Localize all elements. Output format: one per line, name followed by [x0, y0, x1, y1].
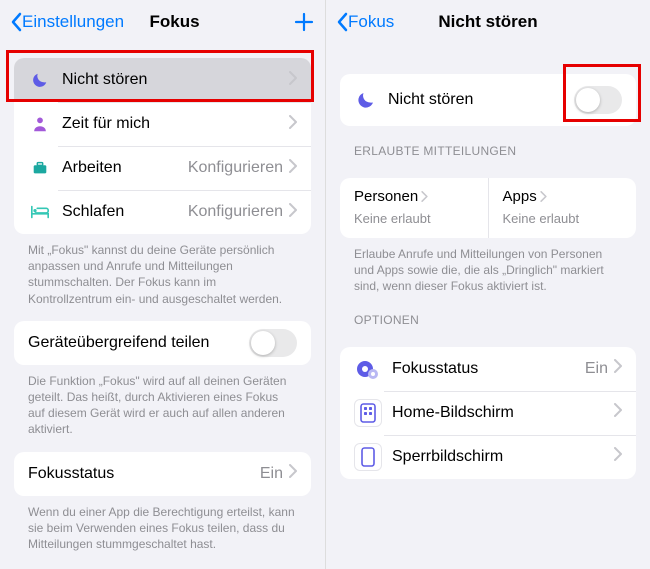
persons-sub: Keine erlaubt — [354, 211, 474, 226]
content: Nicht stören Zeit für mich — [0, 58, 325, 562]
add-button[interactable] — [225, 11, 315, 33]
focus-status-row[interactable]: Fokusstatus Ein — [14, 452, 311, 496]
allowed-group: Personen Keine erlaubt Apps Keine erlaub… — [340, 178, 636, 238]
share-across-devices-row[interactable]: Geräteübergreifend teilen — [14, 321, 311, 365]
chevron-right-icon — [540, 191, 547, 202]
chevron-left-icon — [336, 12, 348, 32]
row-label: Fokusstatus — [392, 360, 585, 378]
chevron-right-icon — [614, 447, 622, 466]
row-value: Ein — [585, 360, 608, 378]
allowed-footer: Erlaube Anrufe und Mitteilungen von Pers… — [326, 238, 650, 295]
row-label: Nicht stören — [62, 71, 289, 89]
options-header: OPTIONEN — [326, 295, 650, 333]
chevron-right-icon — [289, 71, 297, 90]
dnd-toggle[interactable] — [574, 86, 622, 114]
nav-title: Nicht stören — [426, 12, 550, 32]
hero-group: Nicht stören — [340, 74, 636, 126]
allowed-apps[interactable]: Apps Keine erlaubt — [488, 178, 637, 238]
chevron-right-icon — [421, 191, 428, 202]
row-value: Konfigurieren — [188, 203, 283, 221]
share-toggle[interactable] — [249, 329, 297, 357]
chevron-right-icon — [614, 403, 622, 422]
focus-list-screen: Einstellungen Fokus Nicht stören — [0, 0, 325, 569]
briefcase-icon — [28, 159, 52, 177]
option-fokusstatus[interactable]: Fokusstatus Ein — [340, 347, 636, 391]
focus-mode-zeit-fuer-mich[interactable]: Zeit für mich — [14, 102, 311, 146]
back-button[interactable]: Fokus — [336, 12, 426, 32]
row-value: Konfigurieren — [188, 159, 283, 177]
option-home-bildschirm[interactable]: Home-Bildschirm — [340, 391, 636, 435]
chevron-right-icon — [289, 159, 297, 178]
row-label: Zeit für mich — [62, 115, 289, 133]
content: Nicht stören ERLAUBTE MITTEILUNGEN Perso… — [326, 74, 650, 489]
focus-mode-schlafen[interactable]: Schlafen Konfigurieren — [14, 190, 311, 234]
back-button[interactable]: Einstellungen — [10, 12, 124, 32]
chevron-right-icon — [289, 115, 297, 134]
row-label: Geräteübergreifend teilen — [28, 334, 249, 352]
status-group: Fokusstatus Ein — [14, 452, 311, 496]
row-label: Schlafen — [62, 203, 188, 221]
status-footer: Wenn du einer App die Berechtigung ertei… — [0, 496, 325, 553]
moon-icon — [354, 90, 378, 110]
home-screen-icon — [354, 399, 382, 427]
focus-mode-nicht-stoeren[interactable]: Nicht stören — [14, 58, 311, 102]
option-sperrbildschirm[interactable]: Sperrbildschirm — [340, 435, 636, 479]
lock-screen-icon — [354, 443, 382, 471]
back-label: Einstellungen — [22, 12, 124, 32]
bed-icon — [28, 203, 52, 221]
row-label: Sperrbildschirm — [392, 448, 614, 466]
focus-modes-group: Nicht stören Zeit für mich — [14, 58, 311, 234]
share-footer: Die Funktion „Fokus" wird auf all deinen… — [0, 365, 325, 438]
nav-bar: Fokus Nicht stören — [326, 0, 650, 44]
share-group: Geräteübergreifend teilen — [14, 321, 311, 365]
options-group: Fokusstatus Ein Home-Bildschirm — [340, 347, 636, 479]
apps-sub: Keine erlaubt — [503, 211, 623, 226]
apps-label: Apps — [503, 188, 537, 205]
chevron-right-icon — [289, 464, 297, 483]
row-label: Arbeiten — [62, 159, 188, 177]
row-label: Nicht stören — [388, 91, 574, 109]
dnd-toggle-row: Nicht stören — [340, 74, 636, 126]
chevron-right-icon — [614, 359, 622, 378]
persons-label: Personen — [354, 188, 418, 205]
nav-title: Fokus — [124, 12, 225, 32]
back-label: Fokus — [348, 12, 394, 32]
chevron-right-icon — [289, 203, 297, 222]
chevron-left-icon — [10, 12, 22, 32]
modes-footer: Mit „Fokus" kannst du deine Geräte persö… — [0, 234, 325, 307]
row-value: Ein — [260, 465, 283, 483]
person-icon — [28, 115, 52, 133]
moon-icon — [28, 71, 52, 89]
plus-icon — [293, 11, 315, 33]
dnd-detail-screen: Fokus Nicht stören Nicht stören ERLAUBTE… — [325, 0, 650, 569]
allowed-header: ERLAUBTE MITTEILUNGEN — [326, 126, 650, 164]
nav-bar: Einstellungen Fokus — [0, 0, 325, 44]
focusstatus-icon — [354, 355, 382, 383]
focus-mode-arbeiten[interactable]: Arbeiten Konfigurieren — [14, 146, 311, 190]
row-label: Home-Bildschirm — [392, 404, 614, 422]
row-label: Fokusstatus — [28, 465, 260, 483]
allowed-persons[interactable]: Personen Keine erlaubt — [340, 178, 488, 238]
